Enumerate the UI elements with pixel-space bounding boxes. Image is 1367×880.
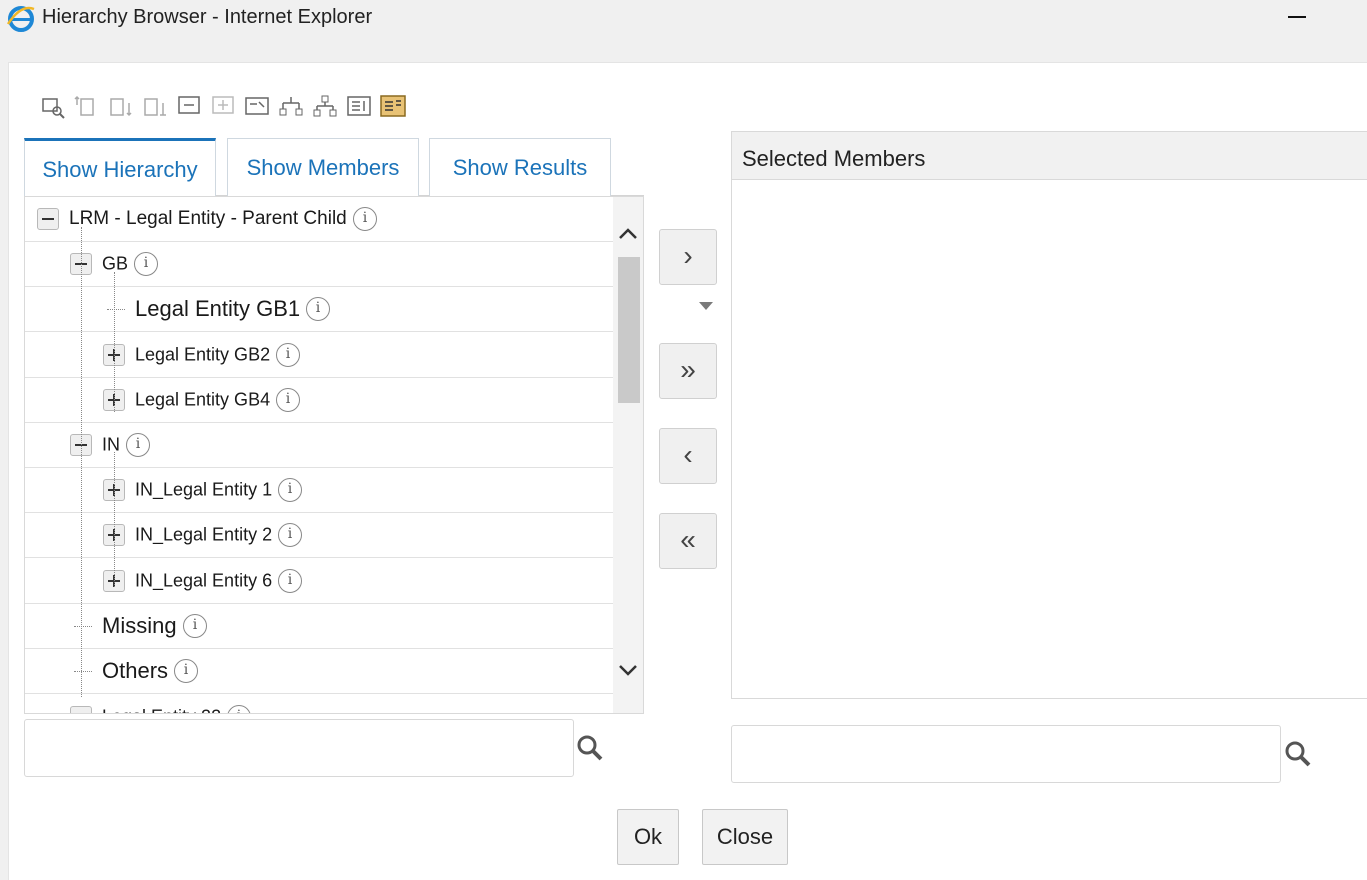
tree-node-label: Legal Entity GB1 xyxy=(135,296,301,322)
ok-button[interactable]: Ok xyxy=(617,809,679,865)
tree-row[interactable]: Missing i xyxy=(25,604,613,649)
collapse-minus-icon[interactable] xyxy=(70,705,92,713)
tree-view-icon[interactable] xyxy=(311,93,339,121)
tree-row[interactable]: LRM - Legal Entity - Parent Child i xyxy=(25,197,613,242)
tree-node-label: Legal Entity GB4 xyxy=(135,389,271,410)
collapse-minus-icon[interactable] xyxy=(37,208,59,230)
tree-node-label: Others xyxy=(102,658,169,683)
info-icon[interactable]: i xyxy=(183,613,207,638)
remove-selected-button[interactable]: ‹ xyxy=(659,428,717,484)
info-icon[interactable]: i xyxy=(278,568,302,593)
info-icon[interactable]: i xyxy=(278,523,302,548)
add-selected-button[interactable]: › xyxy=(659,229,717,285)
tab-show-members[interactable]: Show Members xyxy=(227,138,419,196)
tree-node-label: IN_Legal Entity 6 xyxy=(135,570,273,591)
tree-node-label: IN xyxy=(102,434,120,455)
hierarchy-search-input[interactable] xyxy=(24,719,574,777)
move-up-icon[interactable] xyxy=(73,93,101,121)
tree-node-label: GB xyxy=(102,253,129,274)
info-icon[interactable]: i xyxy=(306,297,330,322)
info-icon[interactable]: i xyxy=(174,659,198,683)
tree-connector xyxy=(74,625,92,627)
find-icon[interactable] xyxy=(39,93,67,121)
hierarchy-tree-panel: LRM - Legal Entity - Parent Child i GB i Leg… xyxy=(24,196,644,714)
tree-row[interactable]: Legal Entity 22 i xyxy=(25,694,613,713)
chevron-up-icon[interactable] xyxy=(615,221,641,247)
info-icon[interactable]: i xyxy=(126,433,150,457)
chevron-down-icon[interactable] xyxy=(615,657,641,683)
tree-scrollbar[interactable] xyxy=(613,197,643,713)
internet-explorer-icon xyxy=(6,6,35,32)
info-icon[interactable]: i xyxy=(276,387,300,412)
collapse-all-icon[interactable] xyxy=(175,93,203,121)
window-title: Hierarchy Browser - Internet Explorer xyxy=(42,6,373,28)
move-bottom-icon[interactable] xyxy=(141,93,169,121)
tab-show-results[interactable]: Show Results xyxy=(429,138,611,196)
minimize-button[interactable] xyxy=(1284,4,1314,28)
add-all-button[interactable]: » xyxy=(659,343,717,399)
selected-members-header: Selected Members xyxy=(732,132,1367,180)
tree-node-label: Legal Entity GB2 xyxy=(135,344,271,365)
tree-node-label: LRM - Legal Entity - Parent Child xyxy=(69,208,347,229)
window-edge xyxy=(1360,320,1367,520)
scrollbar-thumb[interactable] xyxy=(618,257,640,403)
tree-node-label: Legal Entity 22 xyxy=(102,706,221,713)
tree-guide-line xyxy=(114,272,115,412)
info-icon[interactable]: i xyxy=(353,207,377,231)
selected-members-panel: Selected Members xyxy=(731,131,1367,699)
remove-all-button[interactable]: « xyxy=(659,513,717,569)
dialog-content: Show Hierarchy Show Members Show Results… xyxy=(8,62,1367,880)
close-button[interactable]: Close xyxy=(702,809,788,865)
info-icon[interactable]: i xyxy=(227,704,251,713)
tree-node-label: IN_Legal Entity 1 xyxy=(135,479,273,500)
info-icon[interactable]: i xyxy=(134,252,158,277)
title-bar: Hierarchy Browser - Internet Explorer xyxy=(0,0,1367,44)
tree-connector xyxy=(74,671,92,672)
tree-guide-line xyxy=(81,227,82,697)
caret-down-icon xyxy=(699,302,713,310)
tab-strip: Show Hierarchy Show Members Show Results xyxy=(24,138,644,196)
search-icon[interactable] xyxy=(1283,739,1313,769)
list-view-icon[interactable] xyxy=(345,93,373,121)
details-view-icon[interactable] xyxy=(379,93,407,121)
tree-row[interactable]: Others i xyxy=(25,649,613,694)
tab-show-hierarchy[interactable]: Show Hierarchy xyxy=(24,138,216,196)
show-code-icon[interactable] xyxy=(243,93,271,121)
tree-guide-line xyxy=(114,452,115,587)
expand-all-icon[interactable] xyxy=(209,93,237,121)
hierarchy-view-icon[interactable] xyxy=(277,93,305,121)
selected-search-input[interactable] xyxy=(731,725,1281,783)
tree-node-label: IN_Legal Entity 2 xyxy=(135,524,273,545)
search-icon[interactable] xyxy=(575,733,605,763)
tree-connector xyxy=(107,309,125,311)
hierarchy-toolbar xyxy=(39,93,407,123)
move-down-icon[interactable] xyxy=(107,93,135,121)
tree-node-label: Missing xyxy=(102,612,177,638)
info-icon[interactable]: i xyxy=(278,478,302,503)
info-icon[interactable]: i xyxy=(276,342,300,367)
hierarchy-tree: LRM - Legal Entity - Parent Child i GB i Leg… xyxy=(25,197,613,713)
hierarchy-browser-window: Hierarchy Browser - Internet Explorer Sh… xyxy=(0,0,1367,880)
